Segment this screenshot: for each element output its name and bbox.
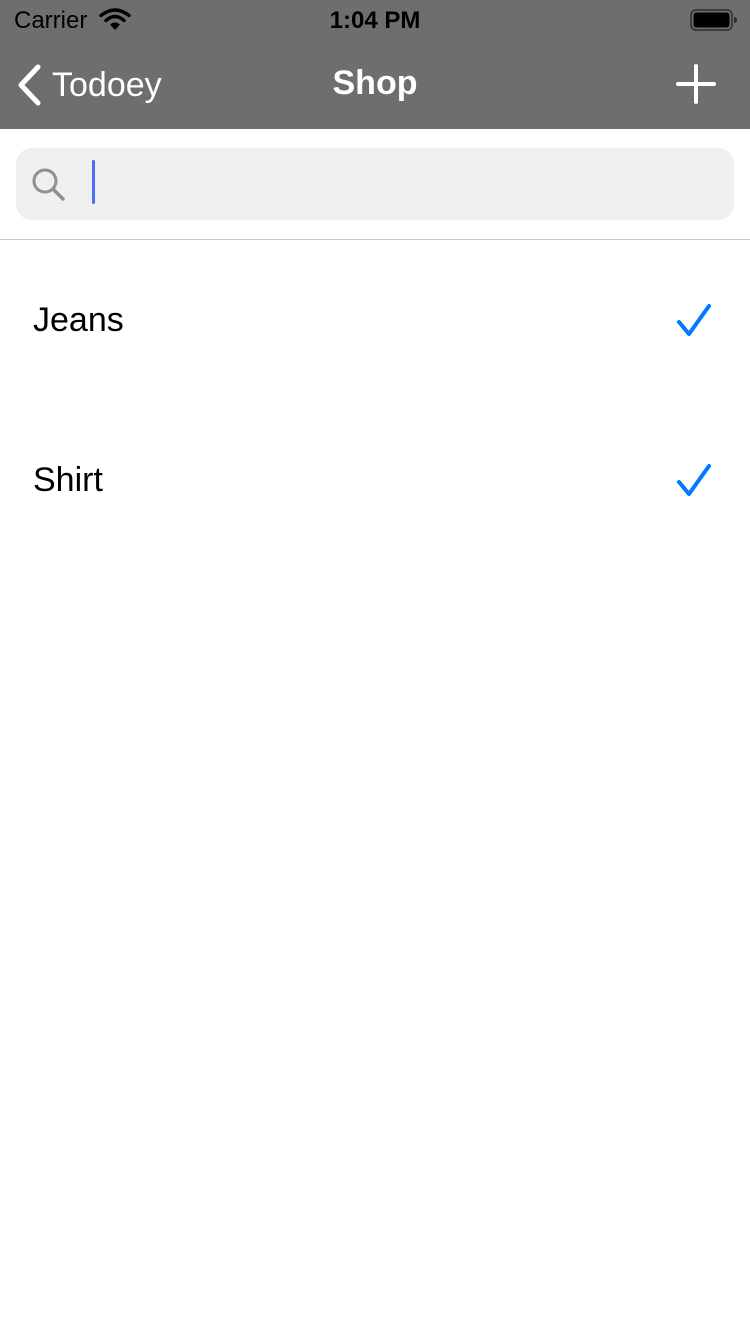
clock: 1:04 PM	[329, 7, 421, 34]
text-cursor	[92, 160, 95, 204]
search-field[interactable]	[16, 148, 734, 220]
screen: Carrier 1:04 PM Todoey Shop Jeans Shirt	[0, 0, 750, 1334]
item-title: Shirt	[33, 461, 103, 499]
plus-icon	[676, 64, 716, 104]
list-item[interactable]: Jeans	[0, 241, 750, 401]
item-title: Jeans	[33, 301, 124, 339]
search-bar	[0, 129, 750, 240]
checkmark-icon	[677, 304, 711, 336]
search-input[interactable]	[76, 156, 716, 212]
list-item[interactable]: Shirt	[0, 401, 750, 561]
search-icon	[32, 168, 65, 201]
page-title: Shop	[332, 64, 418, 102]
battery-icon	[690, 8, 738, 37]
add-item-button[interactable]	[676, 64, 716, 104]
checkmark-icon	[677, 464, 711, 496]
item-list: Jeans Shirt	[0, 241, 750, 561]
navigation-bar: Todoey Shop	[0, 40, 750, 129]
status-bar: Carrier 1:04 PM	[0, 0, 750, 40]
